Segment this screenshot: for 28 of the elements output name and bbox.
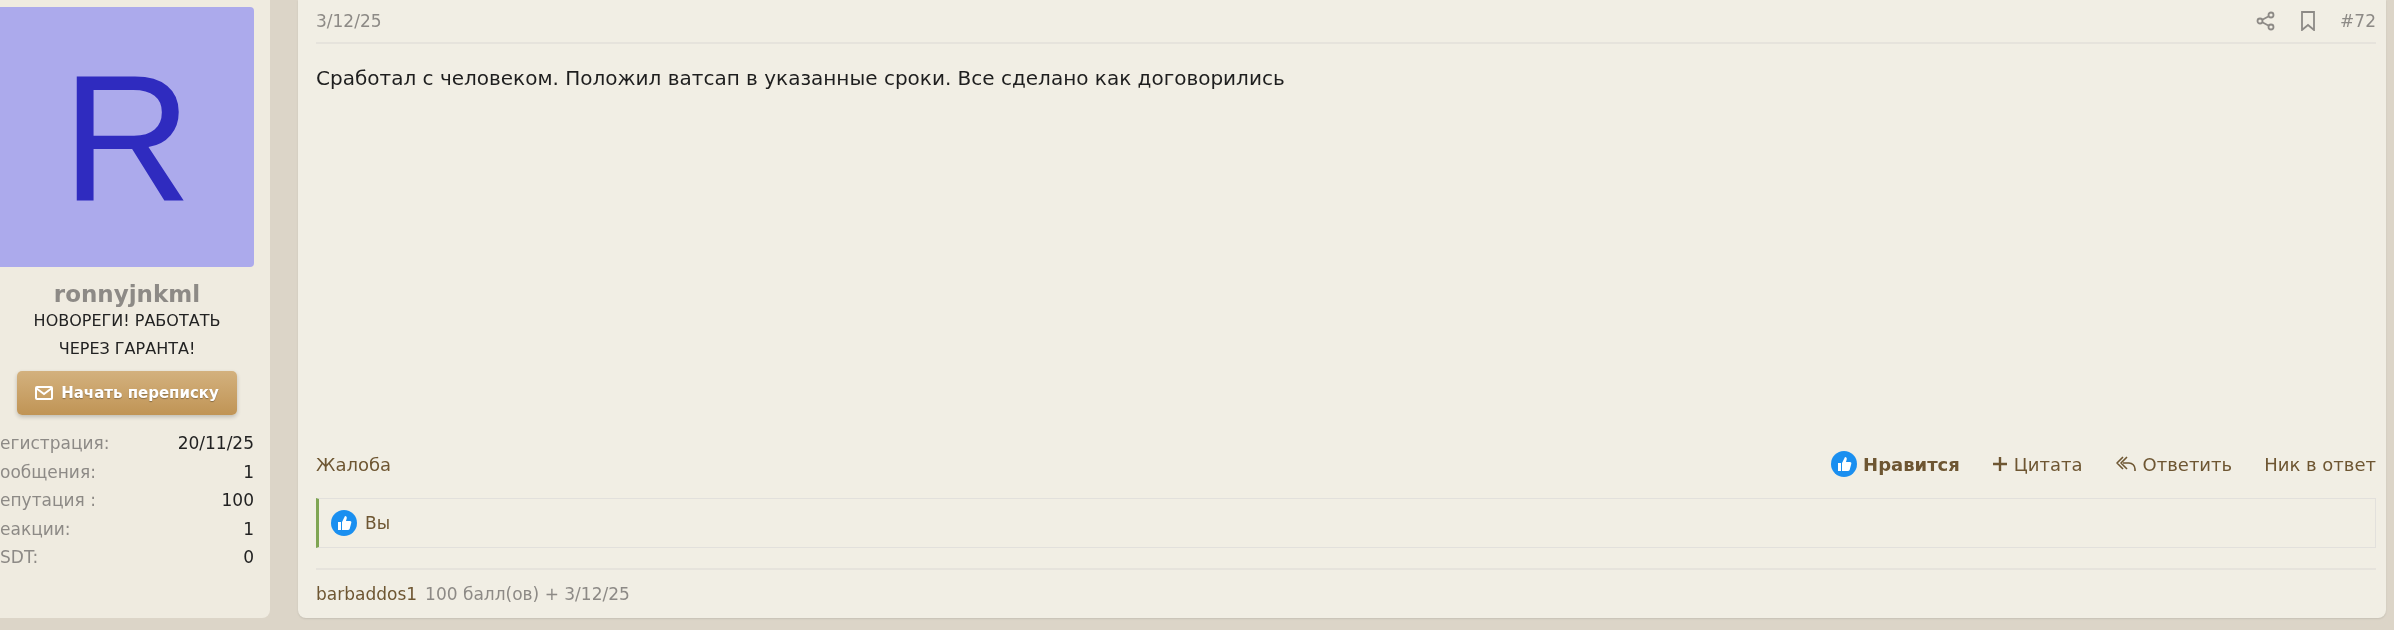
stat-value: 1 [243, 460, 254, 484]
thumbs-up-icon [1831, 451, 1858, 477]
stat-label: SDT: [0, 546, 39, 569]
stat-label: епутация : [0, 489, 96, 512]
thumbs-up-icon [331, 510, 357, 536]
post-body: Сработал с человеком. Положил ватсап в указанные сроки. Все сделано как договорились [316, 66, 1286, 92]
stat-label: егистрация: [0, 432, 110, 455]
stat-label: еакции: [0, 517, 71, 541]
like-link[interactable]: Нравится [1831, 451, 1960, 477]
stat-value: 20/11/25 [177, 432, 254, 455]
user-title: НОВОРЕГИ! РАБОТАТЬ ЧЕРЕЗ ГАРАНТА! [32, 310, 222, 360]
share-icon[interactable] [2256, 11, 2277, 31]
mention-link[interactable]: Ник в ответ [2264, 453, 2376, 475]
reaction-users[interactable]: Вы [365, 513, 391, 533]
stat-value: 100 [221, 489, 254, 512]
reply-link[interactable]: Ответить [2114, 453, 2233, 475]
quote-link[interactable]: Цитата [1991, 453, 2083, 475]
report-link[interactable]: Жалоба [316, 453, 392, 475]
avatar[interactable]: R [0, 7, 254, 267]
envelope-icon [35, 386, 54, 400]
stat-value: 1 [243, 517, 254, 541]
stat-value: 0 [243, 546, 254, 569]
plus-icon [1991, 456, 2008, 472]
reply-icon [2114, 454, 2137, 474]
stat-label: ообщения: [0, 460, 96, 484]
rating-details: 100 балл(ов) + 3/12/25 [425, 584, 630, 604]
rating-user-link[interactable]: barbaddos1 [316, 584, 418, 604]
bookmark-icon[interactable] [2300, 11, 2317, 31]
